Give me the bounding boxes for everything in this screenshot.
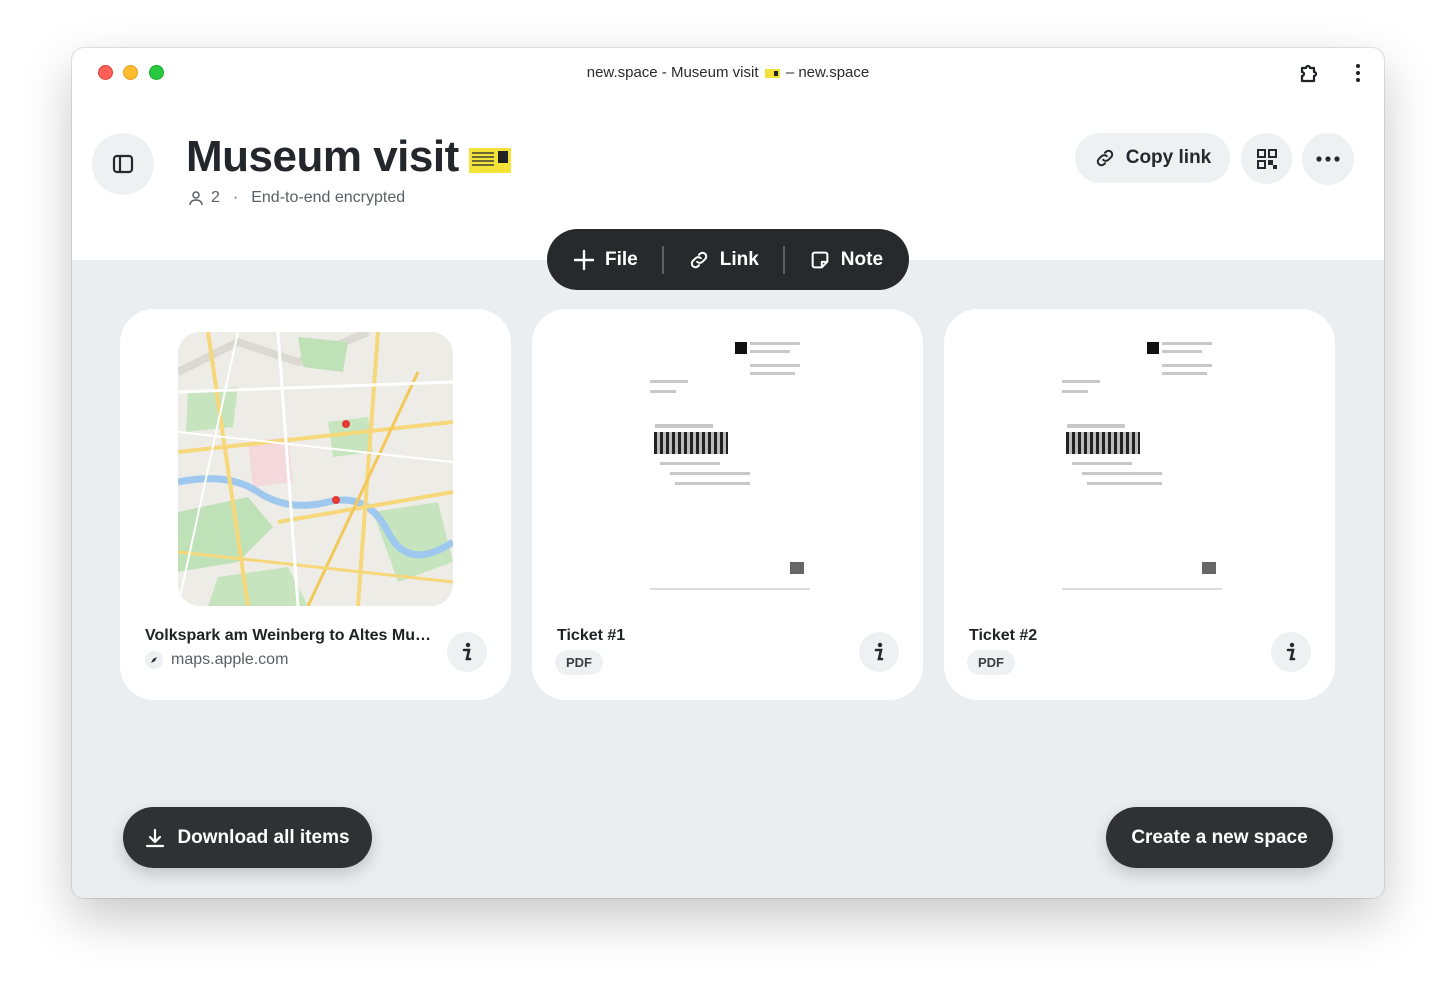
card-source: maps.apple.com: [145, 651, 288, 669]
note-icon: [811, 251, 829, 268]
space-title: Museum visit: [186, 132, 459, 181]
info-button[interactable]: [447, 632, 487, 672]
add-file-label: File: [605, 248, 638, 270]
sidebar-icon: [112, 154, 134, 174]
info-button[interactable]: [859, 632, 899, 672]
plus-icon: [573, 249, 595, 270]
title-bar: new.space - Museum visit – new.space: [72, 48, 1384, 98]
window-title-prefix: new.space - Museum visit: [586, 64, 759, 81]
info-icon: [462, 642, 472, 661]
link-icon: [690, 251, 707, 268]
pdf-thumbnail: [1002, 332, 1277, 606]
page-title: Museum visit: [186, 132, 511, 182]
sidebar-toggle-button[interactable]: [92, 133, 154, 195]
copy-link-label: Copy link: [1125, 147, 1212, 168]
map-thumbnail: [178, 332, 453, 606]
add-item-toolbar: File Link Note: [547, 229, 909, 290]
info-icon: [1286, 642, 1296, 661]
window-title-suffix: – new.space: [785, 64, 870, 81]
card-title: Ticket #2: [969, 627, 1038, 644]
card-title: Volkspark am Weinberg to Altes Museum: [145, 627, 435, 644]
create-space-label: Create a new space: [1131, 826, 1308, 848]
space-meta: 2 · End-to-end encrypted: [188, 189, 405, 207]
kebab-icon[interactable]: [1348, 62, 1368, 84]
item-card-map[interactable]: Volkspark am Weinberg to Altes Museum ma…: [120, 309, 511, 700]
file-type-badge: PDF: [555, 650, 603, 675]
qr-code-icon: [1256, 148, 1277, 169]
compass-icon: [145, 651, 163, 669]
ticket-icon: [764, 68, 780, 78]
browser-window: new.space - Museum visit – new.space Mus…: [72, 48, 1384, 898]
info-button[interactable]: [1271, 632, 1311, 672]
create-space-button[interactable]: Create a new space: [1106, 807, 1333, 868]
encryption-status: End-to-end encrypted: [251, 189, 406, 206]
add-link-label: Link: [719, 248, 759, 270]
download-icon: [146, 828, 165, 847]
link-icon: [1096, 149, 1113, 167]
meta-separator: ·: [232, 189, 239, 206]
window-title: new.space - Museum visit – new.space: [72, 64, 1384, 81]
card-source-domain: maps.apple.com: [171, 651, 289, 668]
pdf-thumbnail: [590, 332, 865, 606]
item-card-ticket-2[interactable]: Ticket #2 PDF: [944, 309, 1335, 700]
ticket-emoji-icon: [468, 147, 511, 173]
add-note-label: Note: [840, 248, 884, 270]
puzzle-icon[interactable]: [1298, 61, 1322, 85]
card-title: Ticket #1: [557, 627, 626, 644]
more-icon: [1316, 156, 1340, 162]
person-icon: [189, 191, 203, 206]
info-icon: [874, 642, 884, 661]
file-type-badge: PDF: [967, 650, 1015, 675]
download-all-button[interactable]: Download all items: [123, 807, 372, 868]
qr-code-button[interactable]: [1241, 133, 1292, 184]
add-note-button[interactable]: Note: [785, 229, 907, 290]
download-all-label: Download all items: [177, 826, 350, 848]
copy-link-button[interactable]: Copy link: [1075, 133, 1230, 183]
add-link-button[interactable]: Link: [664, 229, 783, 290]
add-file-button[interactable]: File: [547, 229, 662, 290]
more-options-button[interactable]: [1302, 133, 1354, 185]
member-count: 2: [211, 189, 220, 206]
item-card-ticket-1[interactable]: Ticket #1 PDF: [532, 309, 923, 700]
